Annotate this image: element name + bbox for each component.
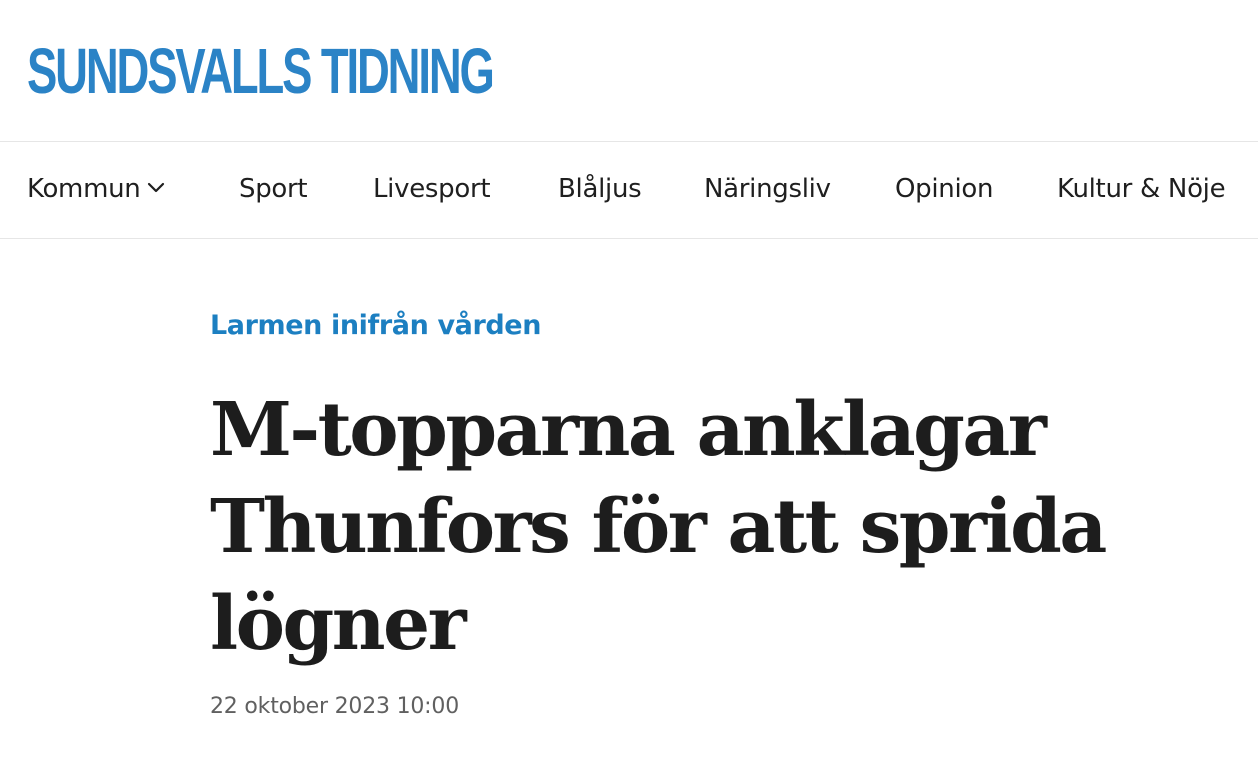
headline-line: Thunfors för att sprida	[210, 484, 1107, 570]
headline-line: M-topparna anklagar	[210, 387, 1047, 473]
nav-item-kommun[interactable]: Kommun	[27, 172, 166, 206]
nav-item-label: Kommun	[27, 174, 141, 204]
headline-line: lögner	[210, 581, 467, 667]
chevron-down-icon	[148, 182, 165, 193]
nav-item-sport[interactable]: Sport	[239, 172, 308, 206]
site-logo[interactable]: SUNDSVALLS TIDNING	[27, 39, 495, 103]
nav-item-kultur-noje[interactable]: Kultur & Nöje	[1057, 172, 1226, 206]
article-headline: M-topparna anklagar Thunfors för att spr…	[210, 382, 1210, 673]
main-navigation: Kommun Sport Livesport Blåljus Näringsli…	[0, 142, 1258, 239]
article-kicker-link[interactable]: Larmen inifrån vården	[210, 300, 541, 352]
nav-item-opinion[interactable]: Opinion	[895, 172, 993, 206]
nav-item-livesport[interactable]: Livesport	[373, 172, 491, 206]
nav-item-naringsliv[interactable]: Näringsliv	[704, 172, 831, 206]
publish-date: 22 oktober 2023 10:00	[210, 694, 459, 719]
nav-item-blaljus[interactable]: Blåljus	[558, 172, 642, 206]
site-header: SUNDSVALLS TIDNING	[0, 0, 1258, 142]
